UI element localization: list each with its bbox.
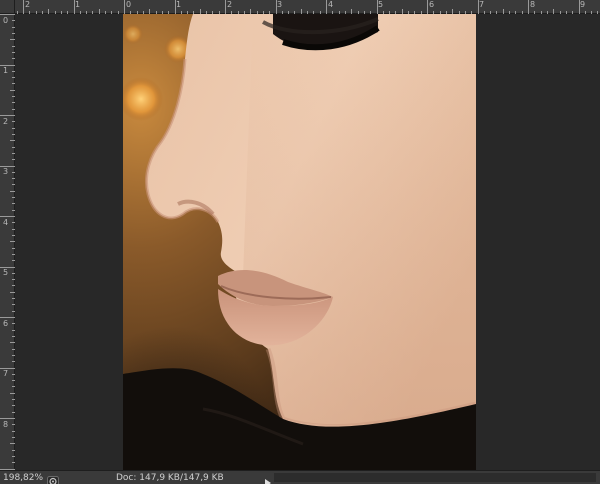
ruler-label: 2 — [25, 0, 31, 9]
ruler-label: 0 — [126, 0, 132, 9]
ruler-label: 6 — [429, 0, 435, 9]
portrait-photo — [123, 14, 476, 470]
ruler-origin-corner[interactable] — [0, 0, 15, 14]
ruler-label: 7 — [479, 0, 485, 9]
vertical-ruler-ticks — [0, 14, 15, 470]
ruler-label: 2 — [227, 0, 233, 9]
ruler-label: 1 — [176, 0, 182, 9]
status-bar: 198,82% Doc: 147,9 KB/147,9 KB — [0, 470, 600, 484]
ruler-label: 4 — [3, 218, 9, 227]
play-arrow-icon[interactable] — [264, 473, 272, 484]
photoshop-document-window: 2 1 0 1 2 3 4 5 6 7 8 9 0 1 2 3 4 5 6 7 … — [0, 0, 600, 484]
vertical-ruler[interactable]: 0 1 2 3 4 5 6 7 8 — [0, 14, 15, 470]
ruler-label: 6 — [3, 319, 9, 328]
horizontal-ruler[interactable]: 2 1 0 1 2 3 4 5 6 7 8 9 — [0, 0, 600, 14]
ruler-label: 4 — [328, 0, 334, 9]
ruler-label: 8 — [530, 0, 536, 9]
ruler-label: 9 — [580, 0, 586, 9]
horizontal-ruler-ticks — [17, 0, 598, 14]
ruler-label: 5 — [3, 268, 9, 277]
zoom-level-field[interactable]: 198,82% — [3, 472, 43, 484]
ruler-label: 3 — [277, 0, 283, 9]
info-icon[interactable] — [47, 472, 59, 484]
ruler-label: 1 — [3, 66, 9, 75]
ruler-label: 2 — [3, 117, 9, 126]
ruler-label: 0 — [3, 16, 9, 25]
ruler-label: 3 — [3, 167, 9, 176]
ruler-label: 7 — [3, 369, 9, 378]
horizontal-scrollbar[interactable] — [274, 473, 596, 482]
ruler-label: 8 — [3, 420, 9, 429]
ruler-label: 5 — [378, 0, 384, 9]
document-size-info: Doc: 147,9 KB/147,9 KB — [116, 473, 224, 483]
ruler-label: 1 — [75, 0, 81, 9]
document-canvas-photo[interactable] — [123, 14, 476, 470]
